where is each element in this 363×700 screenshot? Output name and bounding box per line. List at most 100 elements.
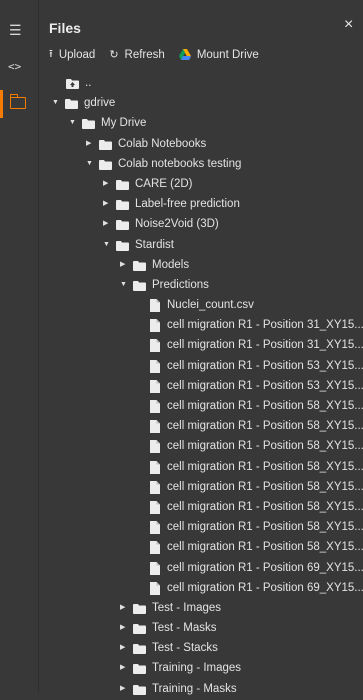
folder-icon xyxy=(99,139,112,150)
chevron-right-icon[interactable]: ▶ xyxy=(103,200,111,208)
tree-folder-training-images[interactable]: ▶ Training - Images xyxy=(0,659,363,679)
tree-file-label: cell migration R1 - Position 58_XY15... xyxy=(167,500,363,513)
menu-icon[interactable]: ☰ xyxy=(9,22,22,39)
tree-folder-label: Predictions xyxy=(152,278,209,291)
tree-folder-label: Label-free prediction xyxy=(135,198,240,211)
chevron-right-icon[interactable]: ▶ xyxy=(103,180,111,188)
tree-folder-test-images[interactable]: ▶ Test - Images xyxy=(0,599,363,619)
folder-icon xyxy=(133,664,146,675)
tree-file[interactable]: cell migration R1 - Position 58_XY15... xyxy=(0,478,363,498)
chevron-down-icon[interactable]: ▼ xyxy=(103,241,111,249)
tree-file[interactable]: cell migration R1 - Position 58_XY15... xyxy=(0,417,363,437)
mount-drive-button[interactable]: Mount Drive xyxy=(178,48,259,61)
tree-folder-label: Test - Images xyxy=(152,601,222,614)
tree-file[interactable]: cell migration R1 - Position 69_XY15... xyxy=(0,579,363,599)
mount-drive-label: Mount Drive xyxy=(196,48,259,61)
tree-folder-label: Test - Masks xyxy=(152,622,217,635)
close-icon[interactable]: × xyxy=(344,16,353,34)
tree-file-label: cell migration R1 - Position 58_XY15... xyxy=(167,420,363,433)
tree-file-label: cell migration R1 - Position 58_XY15... xyxy=(167,460,363,473)
chevron-right-icon[interactable]: ▶ xyxy=(86,140,94,148)
tree-file[interactable]: cell migration R1 - Position 58_XY15... xyxy=(0,518,363,538)
tree-folder-gdrive[interactable]: ▼ gdrive xyxy=(0,94,363,114)
code-icon[interactable]: <> xyxy=(8,60,21,73)
tree-file[interactable]: cell migration R1 - Position 58_XY15... xyxy=(0,437,363,457)
tree-file[interactable]: Nuclei_count.csv xyxy=(0,296,363,316)
tree-file[interactable]: cell migration R1 - Position 69_XY15... xyxy=(0,559,363,579)
refresh-icon: ↻ xyxy=(109,49,119,61)
chevron-down-icon[interactable]: ▼ xyxy=(69,119,77,127)
folder-icon xyxy=(133,624,146,635)
tree-folder-noise2void-3d[interactable]: ▶ Noise2Void (3D) xyxy=(0,215,363,235)
chevron-down-icon[interactable]: ▼ xyxy=(52,99,60,107)
tree-folder-label: Colab notebooks testing xyxy=(118,157,242,170)
tree-folder-training-masks[interactable]: ▶ Training - Masks xyxy=(0,680,363,700)
chevron-down-icon[interactable]: ▼ xyxy=(120,281,128,289)
tree-file[interactable]: cell migration R1 - Position 31_XY15... xyxy=(0,336,363,356)
tree-folder-test-stacks[interactable]: ▶ Test - Stacks xyxy=(0,639,363,659)
refresh-button[interactable]: ↻ Refresh xyxy=(109,48,165,62)
folder-icon xyxy=(116,200,129,211)
tree-file[interactable]: cell migration R1 - Position 31_XY15... xyxy=(0,316,363,336)
tree-folder-colab-notebooks-testing[interactable]: ▼ Colab notebooks testing xyxy=(0,155,363,175)
folder-icon xyxy=(133,603,146,614)
tree-file-label: cell migration R1 - Position 58_XY15... xyxy=(167,480,363,493)
upload-icon: ⭱ xyxy=(49,48,53,60)
folder-icon xyxy=(65,99,78,110)
tree-file[interactable]: cell migration R1 - Position 58_XY15... xyxy=(0,458,363,478)
file-icon xyxy=(150,299,160,313)
tree-folder-test-masks[interactable]: ▶ Test - Masks xyxy=(0,619,363,639)
chevron-right-icon[interactable]: ▶ xyxy=(103,220,111,228)
tree-parent-folder[interactable]: .. xyxy=(0,74,363,94)
chevron-right-icon[interactable]: ▶ xyxy=(120,644,128,652)
chevron-right-icon[interactable]: ▶ xyxy=(120,685,128,693)
tree-folder-predictions[interactable]: ▼ Predictions xyxy=(0,276,363,296)
parent-folder-icon xyxy=(66,79,79,89)
file-icon xyxy=(150,400,160,413)
folder-icon xyxy=(116,240,129,251)
tree-file-label: Nuclei_count.csv xyxy=(167,299,254,312)
tree-folder-label-free-prediction[interactable]: ▶ Label-free prediction xyxy=(0,195,363,215)
chevron-down-icon[interactable]: ▼ xyxy=(86,160,94,168)
tree-file[interactable]: cell migration R1 - Position 58_XY15... xyxy=(0,498,363,518)
file-icon xyxy=(150,339,160,353)
folder-icon xyxy=(133,644,146,655)
chevron-right-icon[interactable]: ▶ xyxy=(120,261,128,269)
upload-button[interactable]: ⭱ Upload xyxy=(49,45,95,64)
tree-file[interactable]: cell migration R1 - Position 58_XY15... xyxy=(0,538,363,558)
refresh-label: Refresh xyxy=(124,48,165,61)
tree-file[interactable]: cell migration R1 - Position 58_XY15... xyxy=(0,397,363,417)
file-tree: .. ▼ gdrive ▼ My Drive ▶ Colab Notebooks ▼ Colab… xyxy=(0,74,363,700)
file-icon xyxy=(150,581,160,595)
file-icon xyxy=(150,319,160,333)
tree-folder-label: Models xyxy=(152,258,190,271)
tree-folder-care-2d[interactable]: ▶ CARE (2D) xyxy=(0,175,363,195)
tree-folder-label: Stardist xyxy=(135,238,174,251)
chevron-right-icon[interactable]: ▶ xyxy=(120,604,128,612)
file-icon xyxy=(150,379,160,393)
file-icon xyxy=(150,440,160,454)
chevron-right-icon[interactable]: ▶ xyxy=(120,624,128,632)
tree-file[interactable]: cell migration R1 - Position 53_XY15... xyxy=(0,377,363,397)
tree-folder-my-drive[interactable]: ▼ My Drive xyxy=(0,114,363,134)
tree-folder-colab-notebooks[interactable]: ▶ Colab Notebooks xyxy=(0,135,363,155)
file-icon xyxy=(150,541,160,555)
file-icon xyxy=(150,359,160,373)
file-icon xyxy=(150,480,160,494)
tree-folder-label: My Drive xyxy=(101,117,147,130)
folder-icon xyxy=(99,159,112,170)
file-icon xyxy=(150,521,160,535)
tree-folder-stardist[interactable]: ▼ Stardist xyxy=(0,236,363,256)
chevron-right-icon[interactable]: ▶ xyxy=(120,664,128,672)
tree-folder-models[interactable]: ▶ Models xyxy=(0,256,363,276)
tree-file-label: cell migration R1 - Position 69_XY15... xyxy=(167,581,363,594)
tree-file[interactable]: cell migration R1 - Position 53_XY15... xyxy=(0,357,363,377)
folder-icon xyxy=(82,119,95,130)
tree-folder-label: Noise2Void (3D) xyxy=(135,218,219,231)
tree-folder-label: Colab Notebooks xyxy=(118,137,207,150)
google-drive-icon xyxy=(178,49,191,60)
tree-folder-label: Test - Stacks xyxy=(152,642,218,655)
file-icon xyxy=(150,500,160,514)
folder-icon xyxy=(133,260,146,271)
tree-file-label: cell migration R1 - Position 53_XY15... xyxy=(167,379,363,392)
